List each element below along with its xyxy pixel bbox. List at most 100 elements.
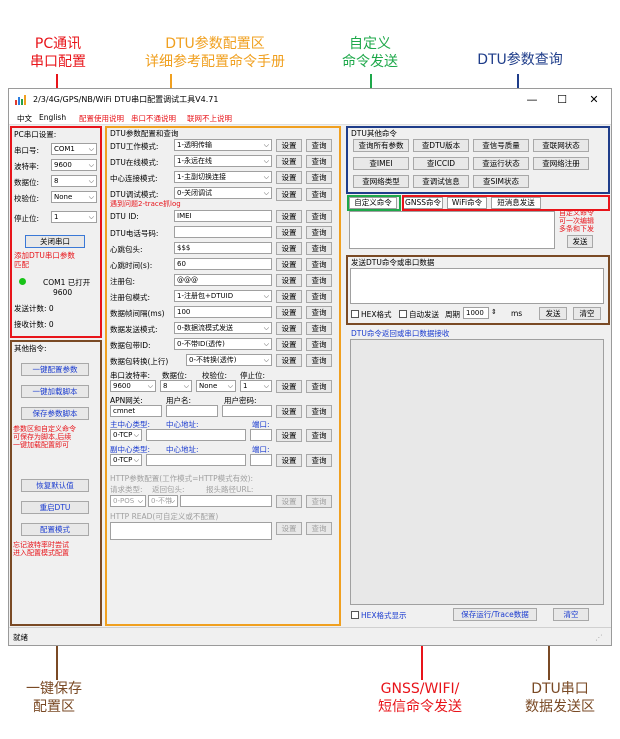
menu-lang-en[interactable]: English [39, 113, 66, 122]
frame-interval-query-button[interactable]: 查询 [306, 306, 332, 319]
dtu-id-input[interactable]: IMEI [174, 210, 272, 222]
stop-bits-select[interactable]: 1 ⌵ [51, 211, 97, 223]
parity-select[interactable]: None ⌵ [51, 191, 97, 203]
serial-clear-button[interactable]: 清空 [573, 307, 601, 320]
close-port-button[interactable]: 关闭串口 [25, 235, 85, 248]
apn-query-button[interactable]: 查询 [306, 405, 332, 418]
work-mode-select[interactable]: 1-透明传输 ⌵ [174, 139, 272, 151]
query-signal-button[interactable]: 查信号质量 [473, 139, 529, 152]
save-script-button[interactable]: 保存参数脚本 [21, 407, 89, 420]
dtu-id-set-button[interactable]: 设置 [276, 210, 302, 223]
close-button[interactable]: ✕ [583, 92, 605, 108]
heartbeat-time-set-button[interactable]: 设置 [276, 258, 302, 271]
sub-center-set-button[interactable]: 设置 [276, 454, 302, 467]
convert-select[interactable]: 0-不转换(透传) ⌵ [186, 354, 272, 366]
data-bits-select[interactable]: 8 ⌵ [51, 175, 97, 187]
query-iccid-button[interactable]: 查ICCID [413, 157, 469, 170]
query-imei-button[interactable]: 查IMEI [353, 157, 409, 170]
phone-query-button[interactable]: 查询 [306, 226, 332, 239]
serial-stop-select[interactable]: 1 ⌵ [240, 380, 272, 392]
http-head-select[interactable]: 0-不带 ⌵ [148, 495, 178, 507]
heartbeat-query-button[interactable]: 查询 [306, 242, 332, 255]
query-net-status-button[interactable]: 查联网状态 [533, 139, 589, 152]
register-mode-set-button[interactable]: 设置 [276, 290, 302, 303]
recv-textarea[interactable] [350, 339, 604, 605]
sub-center-query-button[interactable]: 查询 [306, 454, 332, 467]
serial-send-button[interactable]: 发送 [539, 307, 567, 320]
frame-interval-input[interactable]: 100 [174, 306, 272, 318]
menu-net-fail[interactable]: 联网不上说明 [187, 113, 232, 124]
hex-show-checkbox[interactable] [351, 611, 359, 619]
save-trace-button[interactable]: 保存运行/Trace数据 [453, 608, 537, 621]
http-method-select[interactable]: 0-POS ⌵ [110, 495, 146, 507]
debug-mode-select[interactable]: 0-关闭调试 ⌵ [174, 187, 272, 199]
center-mode-set-button[interactable]: 设置 [276, 171, 302, 184]
tab-wifi-cmd[interactable]: WiFi命令 [447, 197, 487, 209]
apn-set-button[interactable]: 设置 [276, 405, 302, 418]
center-mode-select[interactable]: 1-主副切换连接 ⌵ [174, 171, 272, 183]
packet-id-select[interactable]: 0-不带ID(透传) ⌵ [174, 338, 272, 350]
serial-parity-select[interactable]: None ⌵ [196, 380, 236, 392]
dtu-id-query-button[interactable]: 查询 [306, 210, 332, 223]
query-run-status-button[interactable]: 查运行状态 [473, 157, 529, 170]
http-url-input[interactable] [180, 495, 272, 507]
packet-id-query-button[interactable]: 查询 [306, 338, 332, 351]
restart-dtu-button[interactable]: 重启DTU [21, 501, 89, 514]
query-net-type-button[interactable]: 查网络类型 [353, 175, 409, 188]
register-mode-query-button[interactable]: 查询 [306, 290, 332, 303]
phone-input[interactable] [174, 226, 272, 238]
custom-cmd-textarea[interactable] [349, 211, 555, 249]
tab-gnss-cmd[interactable]: GNSS命令 [403, 197, 443, 209]
main-addr-input[interactable] [146, 429, 246, 441]
http-read-input[interactable] [110, 522, 272, 540]
heartbeat-input[interactable]: $$$ [174, 242, 272, 254]
heartbeat-time-input[interactable]: 60 [174, 258, 272, 270]
one-key-config-button[interactable]: 一键配置参数 [21, 363, 89, 376]
one-key-script-button[interactable]: 一键加载脚本 [21, 385, 89, 398]
menu-lang-cn[interactable]: 中文 [17, 113, 32, 124]
sub-addr-input[interactable] [146, 454, 246, 466]
period-stepper-icon[interactable]: ⇕ [491, 308, 497, 316]
baud-select[interactable]: 9600 ⌵ [51, 159, 97, 171]
register-input[interactable]: @@@ [174, 274, 272, 286]
serial-baud-select[interactable]: 9600 ⌵ [110, 380, 156, 392]
menu-guide[interactable]: 配置使用说明 [79, 113, 124, 124]
online-mode-query-button[interactable]: 查询 [306, 155, 332, 168]
tab-sms-send[interactable]: 短消息发送 [491, 197, 541, 209]
center-mode-query-button[interactable]: 查询 [306, 171, 332, 184]
minimize-button[interactable]: — [521, 92, 543, 108]
apn-input[interactable]: cmnet [110, 405, 162, 417]
send-mode-select[interactable]: 0-数据流模式发送 ⌵ [174, 322, 272, 334]
port-select[interactable]: COM1 ⌵ [51, 143, 97, 155]
custom-cmd-send-button[interactable]: 发送 [567, 235, 593, 248]
hex-format-checkbox[interactable] [351, 310, 359, 318]
send-mode-set-button[interactable]: 设置 [276, 322, 302, 335]
main-port-input[interactable] [250, 429, 272, 441]
config-mode-button[interactable]: 配置模式 [21, 523, 89, 536]
restore-default-button[interactable]: 恢复默认值 [21, 479, 89, 492]
period-input[interactable]: 1000 [463, 307, 489, 319]
send-mode-query-button[interactable]: 查询 [306, 322, 332, 335]
online-mode-select[interactable]: 1-永远在线 ⌵ [174, 155, 272, 167]
work-mode-set-button[interactable]: 设置 [276, 139, 302, 152]
query-all-button[interactable]: 查询所有参数 [353, 139, 409, 152]
query-net-reg-button[interactable]: 查网络注册 [533, 157, 589, 170]
main-center-query-button[interactable]: 查询 [306, 429, 332, 442]
frame-interval-set-button[interactable]: 设置 [276, 306, 302, 319]
http-read-set-button[interactable]: 设置 [276, 522, 302, 535]
sub-type-select[interactable]: 0-TCP ⌵ [110, 454, 142, 466]
query-debug-info-button[interactable]: 查调试信息 [413, 175, 469, 188]
main-type-select[interactable]: 0-TCP ⌵ [110, 429, 142, 441]
user-input[interactable] [166, 405, 218, 417]
maximize-button[interactable]: ☐ [551, 92, 573, 108]
debug-mode-set-button[interactable]: 设置 [276, 188, 302, 201]
serial-query-button[interactable]: 查询 [306, 380, 332, 393]
auto-send-checkbox[interactable] [399, 310, 407, 318]
query-version-button[interactable]: 查DTU版本 [413, 139, 469, 152]
register-mode-select[interactable]: 1-注册包+DTUID ⌵ [174, 290, 272, 302]
serial-send-textarea[interactable] [350, 268, 604, 304]
phone-set-button[interactable]: 设置 [276, 226, 302, 239]
main-center-set-button[interactable]: 设置 [276, 429, 302, 442]
packet-id-set-button[interactable]: 设置 [276, 338, 302, 351]
http-read-query-button[interactable]: 查询 [306, 522, 332, 535]
